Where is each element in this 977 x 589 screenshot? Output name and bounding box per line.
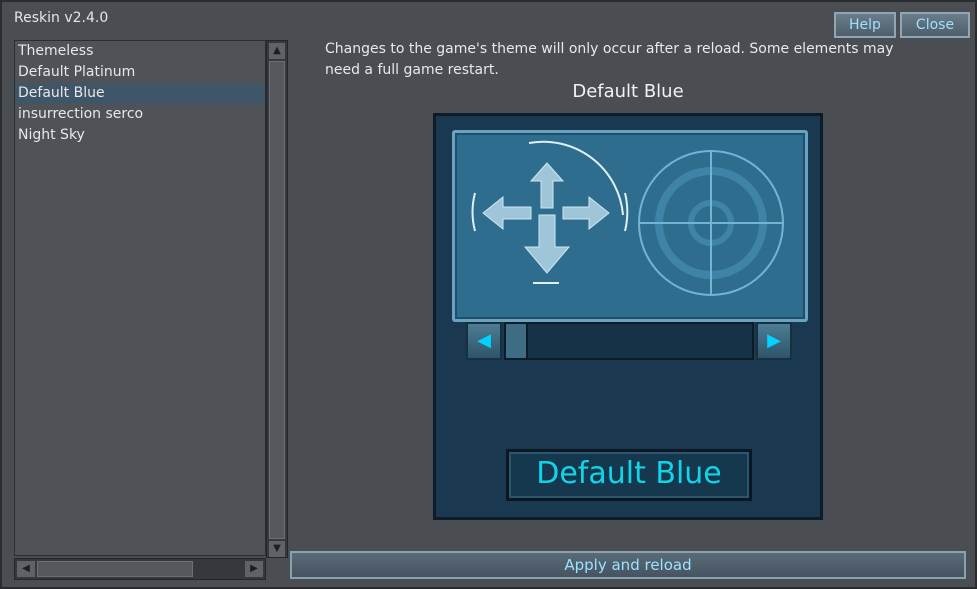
direction-arrows-icon — [482, 162, 610, 274]
slider-left-icon: ◀ — [466, 322, 502, 360]
vertical-scrollbar[interactable]: ▲ ▼ — [266, 40, 288, 558]
list-item[interactable]: Themeless — [15, 41, 265, 62]
list-item-selected[interactable]: Default Blue — [15, 83, 265, 104]
horizontal-scrollbar[interactable]: ◀ ▶ — [14, 558, 266, 580]
theme-list: Themeless Default Platinum Default Blue … — [14, 40, 266, 556]
slider-handle — [506, 324, 528, 358]
preview-theme-label: Default Blue — [506, 449, 752, 501]
list-item[interactable]: insurrection serco — [15, 104, 265, 125]
title-bar: Reskin v2.4.0 Help Close — [4, 4, 973, 38]
close-button[interactable]: Close — [900, 12, 970, 38]
list-item[interactable]: Default Platinum — [15, 62, 265, 83]
scroll-up-icon[interactable]: ▲ — [269, 43, 285, 59]
preview-panel — [452, 130, 808, 322]
scroll-right-icon[interactable]: ▶ — [245, 561, 263, 577]
theme-preview: ◀ ▶ Default Blue — [433, 113, 823, 520]
crosshair-icon — [638, 150, 784, 296]
vertical-scroll-thumb[interactable] — [269, 61, 285, 539]
slider-right-icon: ▶ — [756, 322, 792, 360]
horizontal-scroll-thumb[interactable] — [37, 561, 193, 577]
scroll-left-icon[interactable]: ◀ — [17, 561, 35, 577]
list-item[interactable]: Night Sky — [15, 125, 265, 146]
preview-graphic — [471, 140, 784, 296]
slider-track — [504, 322, 754, 360]
scroll-down-icon[interactable]: ▼ — [269, 541, 285, 557]
window-title: Reskin v2.4.0 — [14, 10, 109, 26]
reskin-window: Reskin v2.4.0 Help Close Themeless Defau… — [0, 0, 977, 589]
apply-and-reload-button[interactable]: Apply and reload — [290, 551, 966, 579]
reload-notice: Changes to the game's theme will only oc… — [325, 41, 894, 78]
preview-slider: ◀ ▶ — [466, 322, 794, 362]
help-button[interactable]: Help — [834, 12, 896, 38]
preview-title: Default Blue — [572, 81, 684, 102]
